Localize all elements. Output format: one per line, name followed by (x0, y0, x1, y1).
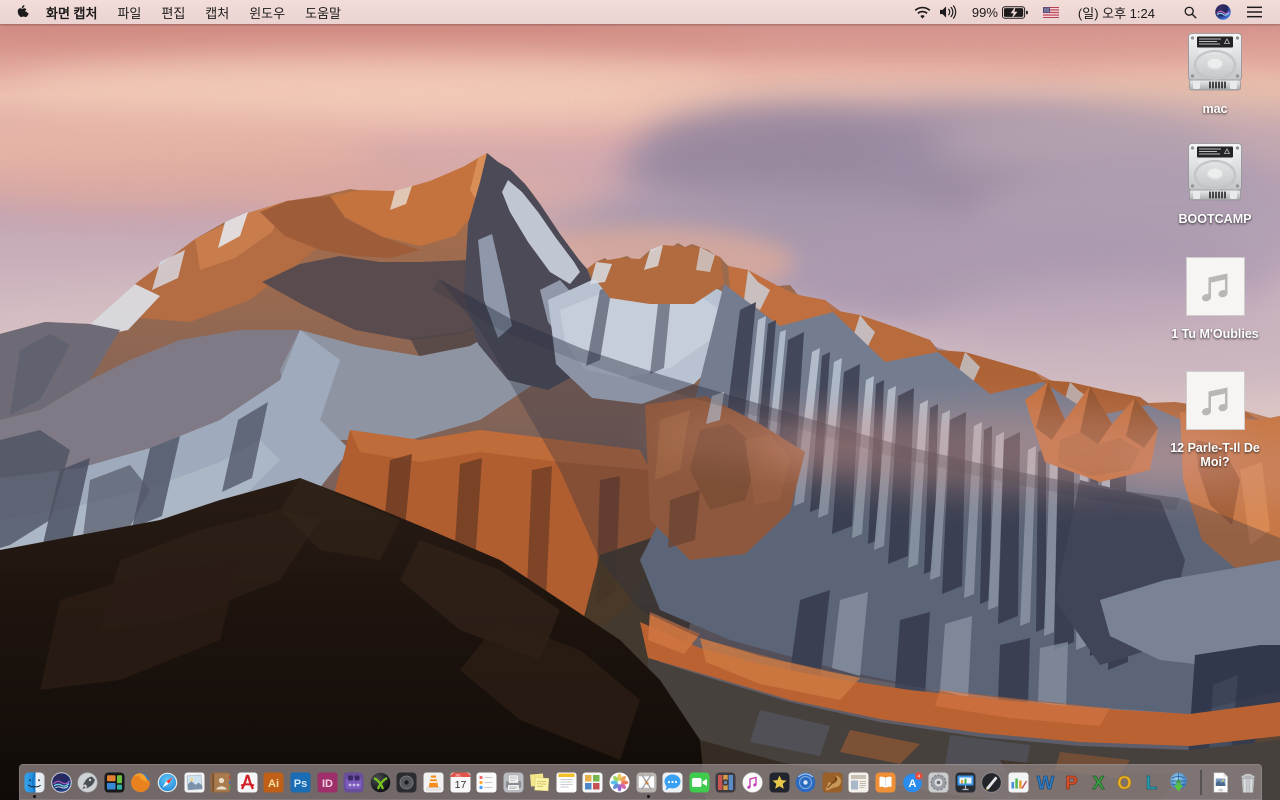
svg-text:JUL: JUL (455, 773, 461, 777)
svg-text:O: O (1118, 772, 1132, 793)
svg-text:17: 17 (454, 779, 466, 791)
svg-text:X: X (1092, 772, 1105, 793)
svg-text:zip: zip (1218, 788, 1222, 792)
svg-text:W: W (1036, 772, 1054, 793)
svg-text:P: P (1065, 772, 1077, 793)
svg-text:L: L (1146, 772, 1157, 793)
svg-text:4: 4 (917, 773, 920, 778)
svg-text:A: A (908, 778, 916, 790)
svg-text:ID: ID (322, 778, 333, 790)
svg-text:Ai: Ai (268, 778, 279, 790)
svg-text:Ps: Ps (294, 778, 307, 790)
